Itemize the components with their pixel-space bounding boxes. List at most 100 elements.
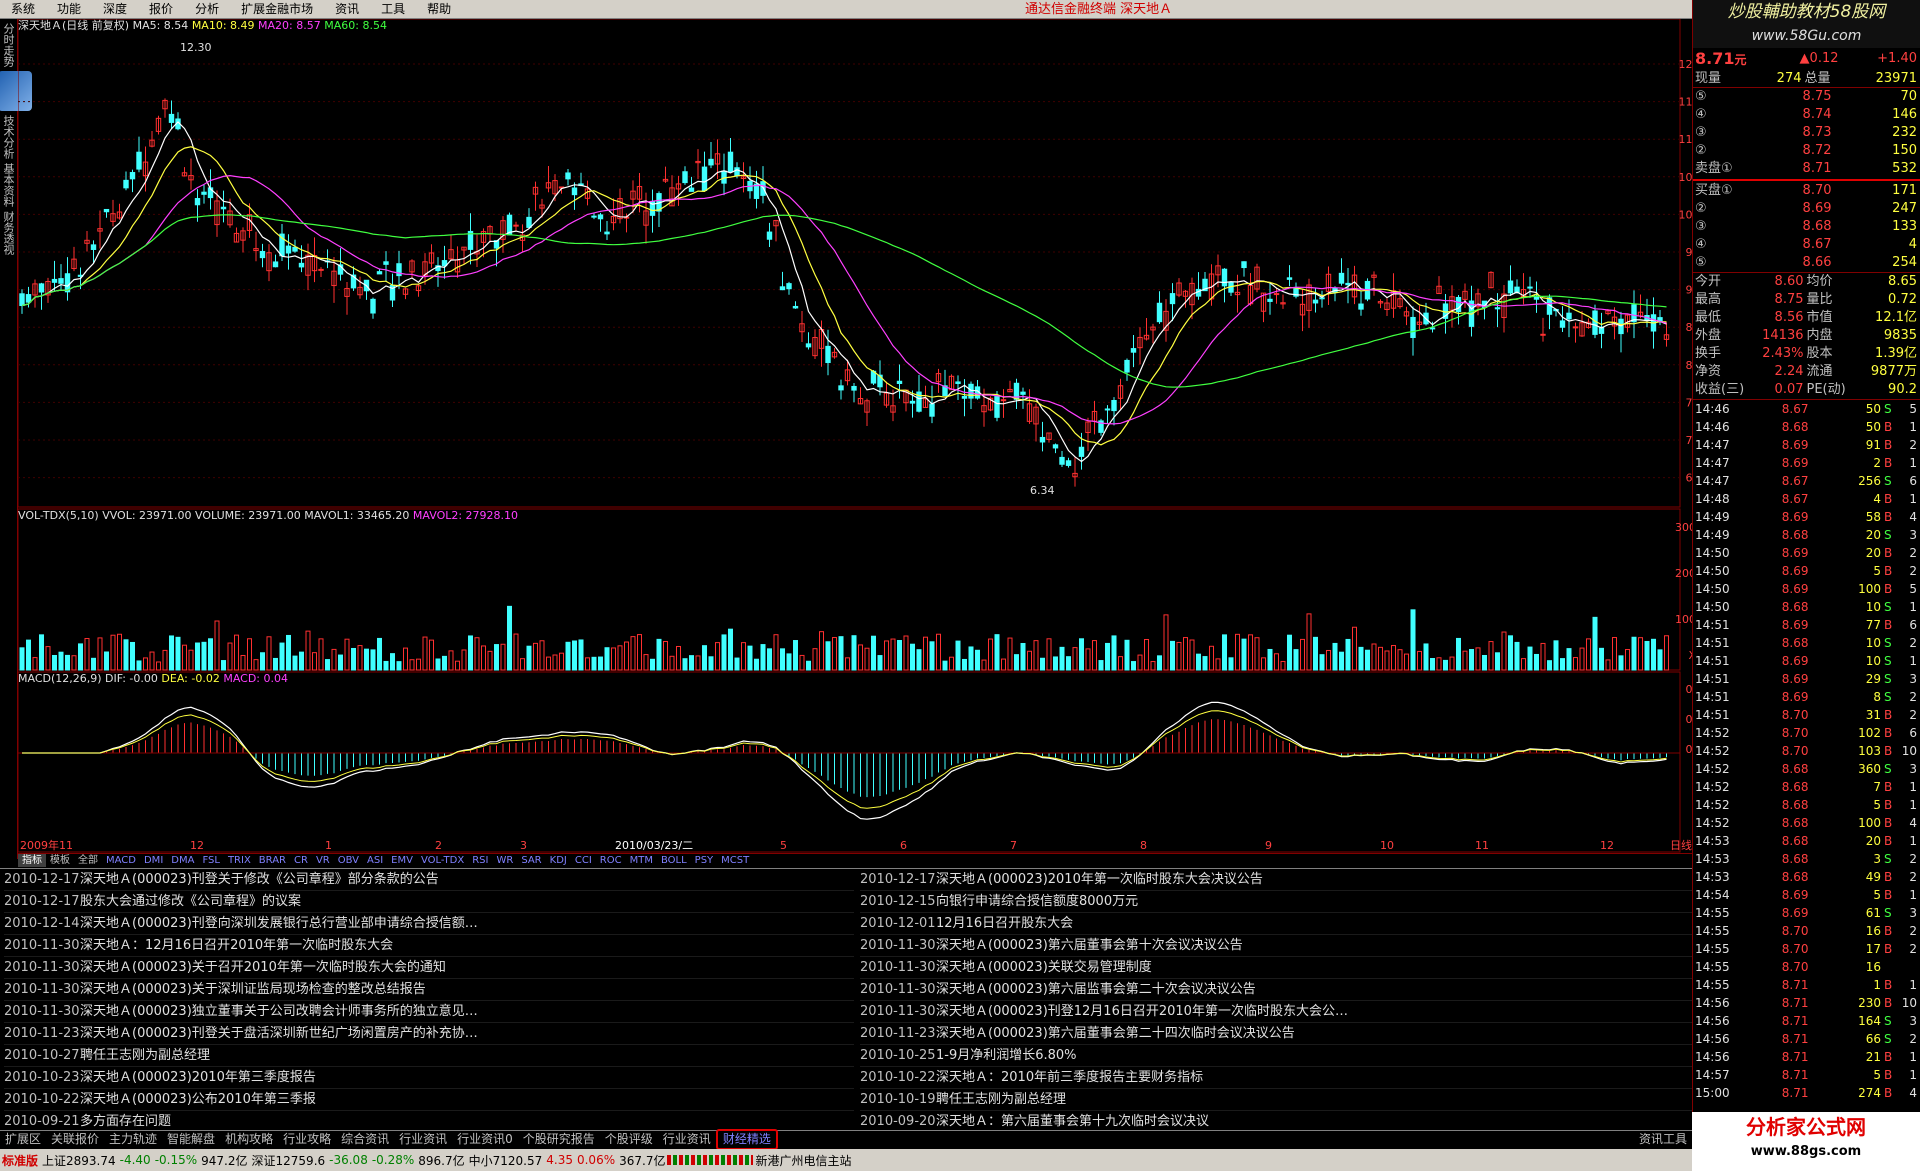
indicator-tab[interactable]: OBV — [334, 854, 363, 867]
menu-item[interactable]: 资讯 — [324, 0, 370, 19]
indicator-tab[interactable]: TRIX — [224, 854, 255, 867]
menu-item[interactable]: 扩展金融市场 — [230, 0, 324, 19]
indicator-tab[interactable]: MACD — [102, 854, 140, 867]
bottom-tab[interactable]: 智能解盘 — [162, 1131, 220, 1148]
indicator-tab[interactable]: EMV — [387, 854, 417, 867]
indicator-tab[interactable]: RSI — [468, 854, 492, 867]
news-item[interactable]: 2010-11-30深天地Ａ(000023)第六届监事会第二十次会议决议公告 — [860, 979, 1710, 1001]
news-title[interactable]: 深天地Ａ(000023)第六届董事会第十次会议决议公告 — [936, 938, 1243, 953]
indicator-tab[interactable]: KDJ — [546, 854, 571, 867]
news-item[interactable]: 2010-11-30深天地Ａ(000023)关于深圳证监局现场检查的整改总结报告 — [4, 979, 854, 1001]
menu-item[interactable]: 分析 — [184, 0, 230, 19]
news-item[interactable]: 2010-12-0112月16日召开股东大会 — [860, 913, 1710, 935]
news-title[interactable]: 多方面存在问题 — [80, 1114, 171, 1129]
kline-chart-area[interactable]: 12.0011.5011.0010.5010.009.509.008.508.0… — [18, 19, 1692, 867]
menu-item[interactable]: 帮助 — [416, 0, 462, 19]
tab-basic-info[interactable]: 基本资料 — [2, 163, 15, 207]
news-title[interactable]: 聘任王志刚为副总经理 — [936, 1092, 1066, 1107]
bottom-tab[interactable]: 行业攻略 — [278, 1131, 336, 1148]
news-item[interactable]: 2010-11-30深天地Ａ(000023)第六届董事会第十次会议决议公告 — [860, 935, 1710, 957]
indicator-tab[interactable]: DMA — [167, 854, 198, 867]
news-title[interactable]: 向银行申请综合授信额度8000万元 — [936, 894, 1138, 909]
news-item[interactable]: 2010-10-22深天地Ａ：2010年前三季度报告主要财务指标 — [860, 1067, 1710, 1089]
indicator-tab[interactable]: WR — [492, 854, 517, 867]
indicator-tab[interactable]: MCST — [717, 854, 753, 867]
indicator-tab[interactable]: MTM — [626, 854, 657, 867]
news-item[interactable]: 2010-12-17股东大会通过修改《公司章程》的议案 — [4, 891, 854, 913]
menu-item[interactable]: 工具 — [370, 0, 416, 19]
menu-item[interactable]: 报价 — [138, 0, 184, 19]
news-item[interactable]: 2010-11-30深天地Ａ(000023)刊登12月16日召开2010年第一次… — [860, 1001, 1710, 1023]
news-title[interactable]: 深天地Ａ(000023)关于深圳证监局现场检查的整改总结报告 — [80, 982, 426, 997]
kline-svg[interactable]: 12.0011.5011.0010.5010.009.509.008.508.0… — [18, 19, 1692, 853]
news-title[interactable]: 深天地Ａ(000023)刊登关于修改《公司章程》部分条款的公告 — [80, 872, 439, 887]
news-item[interactable]: 2010-12-17深天地Ａ(000023)2010年第一次临时股东大会决议公告 — [860, 869, 1710, 891]
news-item[interactable]: 2010-10-23深天地Ａ(000023)2010年第三季度报告 — [4, 1067, 854, 1089]
bottom-tool-button[interactable]: 资讯工具 — [1634, 1131, 1692, 1148]
news-item[interactable]: 2010-11-30深天地Ａ(000023)关于召开2010年第一次临时股东大会… — [4, 957, 854, 979]
indicator-tab[interactable]: FSL — [198, 854, 224, 867]
indicator-tab[interactable]: 指标 — [18, 854, 46, 867]
indicator-tab[interactable]: VR — [312, 854, 334, 867]
bottom-tab[interactable]: 扩展区 — [0, 1131, 46, 1148]
news-item[interactable]: 2010-12-15向银行申请综合授信额度8000万元 — [860, 891, 1710, 913]
news-title[interactable]: 深天地Ａ(000023)公布2010年第三季报 — [80, 1092, 316, 1107]
news-title[interactable]: 深天地Ａ(000023)刊登12月16日召开2010年第一次临时股东大会公… — [936, 1004, 1348, 1019]
bottom-tab[interactable]: 主力轨迹 — [104, 1131, 162, 1148]
news-title[interactable]: 深天地Ａ：第六届董事会第十九次临时会议决议 — [936, 1114, 1209, 1129]
indicator-tab[interactable]: 模板 — [46, 854, 74, 867]
indicator-tab[interactable]: 全部 — [74, 854, 102, 867]
news-title[interactable]: 深天地Ａ(000023)刊登向深圳发展银行总行营业部申请综合授信额… — [80, 916, 478, 931]
news-title[interactable]: 深天地Ａ(000023)独立董事关于公司改聘会计师事务所的独立意见… — [80, 1004, 478, 1019]
indicator-tab[interactable]: BRAR — [255, 854, 290, 867]
news-title[interactable]: 1-9月净利润增长6.80% — [936, 1048, 1077, 1063]
indicator-tab[interactable]: VOL-TDX — [417, 854, 468, 867]
news-title[interactable]: 深天地Ａ(000023)第六届监事会第二十次会议决议公告 — [936, 982, 1256, 997]
news-item[interactable]: 2010-11-30深天地Ａ(000023)关联交易管理制度 — [860, 957, 1710, 979]
bottom-tab[interactable]: 行业资讯 — [658, 1131, 716, 1148]
indicator-tab[interactable]: CCI — [571, 854, 596, 867]
bottom-tab[interactable]: 综合资讯 — [336, 1131, 394, 1148]
news-title[interactable]: 12月16日召开股东大会 — [936, 916, 1073, 931]
menu-item[interactable]: 深度 — [92, 0, 138, 19]
tab-technical[interactable]: 技术分析 — [2, 115, 15, 159]
tab-finance[interactable]: 财务透视 — [2, 211, 15, 255]
bottom-tab[interactable]: 个股评级 — [600, 1131, 658, 1148]
indicator-tab[interactable]: ROC — [596, 854, 626, 867]
menu-item[interactable]: 功能 — [46, 0, 92, 19]
bottom-tab[interactable]: 财经精选 — [715, 1129, 778, 1150]
news-title[interactable]: 深天地Ａ(000023)2010年第一次临时股东大会决议公告 — [936, 872, 1263, 887]
news-item[interactable]: 2010-11-23深天地Ａ(000023)第六届董事会第二十四次临时会议决议公… — [860, 1023, 1710, 1045]
news-title[interactable]: 深天地Ａ(000023)第六届董事会第二十四次临时会议决议公告 — [936, 1026, 1295, 1041]
bottom-tab[interactable]: 机构攻略 — [220, 1131, 278, 1148]
news-item[interactable]: 2010-10-27聘任王志刚为副总经理 — [4, 1045, 854, 1067]
indicator-tab[interactable]: DMI — [140, 854, 167, 867]
indicator-tab[interactable]: BOLL — [657, 854, 691, 867]
indicator-tab[interactable]: SAR — [517, 854, 545, 867]
indicator-tab[interactable]: ASI — [363, 854, 387, 867]
news-title[interactable]: 股东大会通过修改《公司章程》的议案 — [80, 894, 301, 909]
indicator-tab[interactable]: PSY — [691, 854, 718, 867]
news-item[interactable]: 2010-10-251-9月净利润增长6.80% — [860, 1045, 1710, 1067]
bottom-tab[interactable]: 行业资讯0 — [452, 1131, 518, 1148]
news-title[interactable]: 深天地Ａ(000023)关于召开2010年第一次临时股东大会的通知 — [80, 960, 446, 975]
news-title[interactable]: 深天地Ａ(000023)关联交易管理制度 — [936, 960, 1152, 975]
news-title[interactable]: 深天地Ａ：2010年前三季度报告主要财务指标 — [936, 1070, 1203, 1085]
news-item[interactable]: 2010-12-17深天地Ａ(000023)刊登关于修改《公司章程》部分条款的公… — [4, 869, 854, 891]
news-item[interactable]: 2010-10-22深天地Ａ(000023)公布2010年第三季报 — [4, 1089, 854, 1111]
news-title[interactable]: 深天地Ａ(000023)2010年第三季度报告 — [80, 1070, 316, 1085]
news-title[interactable]: 聘任王志刚为副总经理 — [80, 1048, 210, 1063]
bottom-tab[interactable]: 个股研究报告 — [518, 1131, 600, 1148]
news-item[interactable]: 2010-11-30深天地Ａ：12月16日召开2010年第一次临时股东大会 — [4, 935, 854, 957]
bottom-tab[interactable]: 行业资讯 — [394, 1131, 452, 1148]
news-item[interactable]: 2010-10-19聘任王志刚为副总经理 — [860, 1089, 1710, 1111]
bottom-tab[interactable]: 关联报价 — [46, 1131, 104, 1148]
menu-item[interactable]: 系统 — [0, 0, 46, 19]
news-item[interactable]: 2010-11-30深天地Ａ(000023)独立董事关于公司改聘会计师事务所的独… — [4, 1001, 854, 1023]
news-title[interactable]: 深天地Ａ(000023)刊登关于盘活深圳新世纪广场闲置房产的补充协… — [80, 1026, 478, 1041]
news-item[interactable]: 2010-12-14深天地Ａ(000023)刊登向深圳发展银行总行营业部申请综合… — [4, 913, 854, 935]
news-item[interactable]: 2010-11-23深天地Ａ(000023)刊登关于盘活深圳新世纪广场闲置房产的… — [4, 1023, 854, 1045]
indicator-tab[interactable]: CR — [290, 854, 312, 867]
news-title[interactable]: 深天地Ａ：12月16日召开2010年第一次临时股东大会 — [80, 938, 393, 953]
tab-intraday[interactable]: 分时走势 — [2, 23, 15, 67]
